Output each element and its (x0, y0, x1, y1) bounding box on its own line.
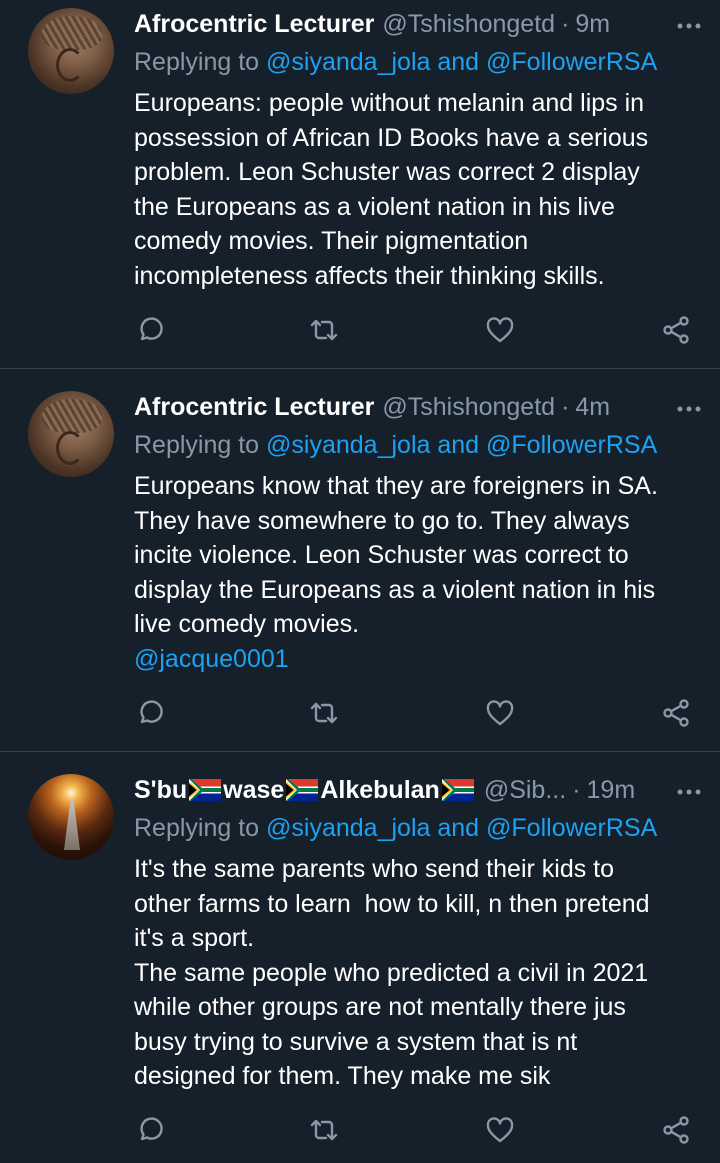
author-handle[interactable]: @Tshishongetd (382, 393, 555, 422)
author-name-part: wase (223, 775, 285, 804)
separator-dot: · (561, 9, 570, 38)
mention-and: and (437, 431, 480, 459)
share-icon[interactable] (660, 697, 692, 729)
tweet-actions (134, 314, 694, 346)
heart-icon[interactable] (484, 697, 516, 729)
tweet-text-line: while other groups are not mentally ther… (134, 993, 626, 1021)
tweet-text: Europeans: people without melanin and li… (134, 86, 704, 293)
avatar[interactable] (28, 8, 114, 94)
author-name[interactable]: Afrocentric Lecturer (134, 393, 374, 422)
replying-to-label: Replying to (134, 814, 260, 842)
tweet-text-line: comedy movies. Their pigmentation (134, 227, 529, 255)
mention-link[interactable]: @FollowerRSA (486, 431, 657, 459)
author-handle[interactable]: @Sib... (484, 776, 566, 805)
replying-to-label: Replying to (134, 48, 260, 76)
tweet-actions (134, 697, 694, 729)
reply-icon[interactable] (134, 1114, 166, 1146)
tweet-text-line: the Europeans as a violent nation in his… (134, 192, 615, 221)
heart-icon[interactable] (484, 314, 516, 346)
tweet-text-line: It's the same parents who send their kid… (134, 855, 615, 883)
tweet-header: S'bu wase Alkebulan @Sib... · 19m (134, 772, 700, 808)
tweet-text-line: display the Europeans as a violent natio… (134, 575, 656, 604)
retweet-icon[interactable] (308, 314, 340, 346)
author-name-part: S'bu (134, 775, 188, 804)
retweet-icon[interactable] (308, 697, 340, 729)
share-icon[interactable] (660, 1114, 692, 1146)
retweet-icon[interactable] (308, 1114, 340, 1146)
mention-link[interactable]: @jacque0001 (134, 642, 704, 677)
tweet-text-line: incompleteness affects their thinking sk… (134, 261, 605, 290)
avatar[interactable] (28, 774, 114, 860)
tweet-text-line: Europeans know that they are foreigners … (134, 472, 658, 500)
tweet[interactable]: Afrocentric Lecturer @Tshishongetd · 9m … (0, 0, 720, 368)
mention-link[interactable]: @siyanda_jola (266, 431, 430, 459)
replying-to: Replying to @siyanda_jola and @FollowerR… (134, 814, 657, 843)
timestamp[interactable]: 9m (575, 10, 610, 39)
reply-icon[interactable] (134, 314, 166, 346)
mention-and: and (437, 814, 480, 842)
south-africa-flag-icon (189, 779, 222, 801)
tweet-text-line: incite violence. Leon Schuster was corre… (134, 541, 629, 569)
timestamp[interactable]: 4m (575, 393, 610, 422)
reply-icon[interactable] (134, 697, 166, 729)
south-africa-flag-icon (441, 779, 474, 801)
tweet-header: Afrocentric Lecturer @Tshishongetd · 9m (134, 6, 700, 42)
tweet-text-line: designed for them. They make me sik (134, 1062, 551, 1090)
tweet-text-line: Europeans: people without melanin and li… (134, 89, 645, 117)
mention-link[interactable]: @siyanda_jola (266, 814, 430, 842)
tweet-text-line: busy trying to survive a system that is … (134, 1027, 578, 1056)
tweet-text: Europeans know that they are foreigners … (134, 469, 704, 676)
tweet-text-line: other farms to learn how to kill, n then… (134, 889, 650, 918)
avatar[interactable] (28, 391, 114, 477)
tweet-header: Afrocentric Lecturer @Tshishongetd · 4m (134, 389, 700, 425)
author-name-part: Alkebulan (320, 775, 440, 804)
timestamp[interactable]: 19m (587, 776, 636, 805)
tweet-text-line: it's a sport. (134, 924, 255, 952)
tweet-text-line: possession of African ID Books have a se… (134, 123, 649, 152)
more-icon[interactable] (672, 774, 706, 810)
replying-to-label: Replying to (134, 431, 260, 459)
more-icon[interactable] (672, 8, 706, 44)
heart-icon[interactable] (484, 1114, 516, 1146)
mention-and: and (437, 48, 480, 76)
tweet-text-line: live comedy movies. (134, 610, 360, 638)
tweet[interactable]: Afrocentric Lecturer @Tshishongetd · 4m … (0, 369, 720, 751)
tweet-text: It's the same parents who send their kid… (134, 852, 704, 1094)
south-africa-flag-icon (286, 779, 319, 801)
separator-dot: · (572, 775, 581, 804)
author-name[interactable]: Afrocentric Lecturer (134, 10, 374, 39)
author-name[interactable]: S'bu wase Alkebulan (134, 776, 476, 805)
author-handle[interactable]: @Tshishongetd (382, 10, 555, 39)
tweet-text-line: problem. Leon Schuster was correct 2 dis… (134, 158, 640, 186)
mention-link[interactable]: @FollowerRSA (486, 814, 657, 842)
tweet-text-line: The same people who predicted a civil in… (134, 958, 649, 987)
more-icon[interactable] (672, 391, 706, 427)
replying-to: Replying to @siyanda_jola and @FollowerR… (134, 48, 657, 77)
mention-link[interactable]: @FollowerRSA (486, 48, 657, 76)
separator-dot: · (561, 392, 570, 421)
tweet-text-line: They have somewhere to go to. They alway… (134, 506, 630, 535)
mention-link[interactable]: @siyanda_jola (266, 48, 430, 76)
tweet[interactable]: S'bu wase Alkebulan @Sib... · 19m Replyi… (0, 752, 720, 1163)
share-icon[interactable] (660, 314, 692, 346)
replying-to: Replying to @siyanda_jola and @FollowerR… (134, 431, 657, 460)
tweet-actions (134, 1114, 694, 1146)
